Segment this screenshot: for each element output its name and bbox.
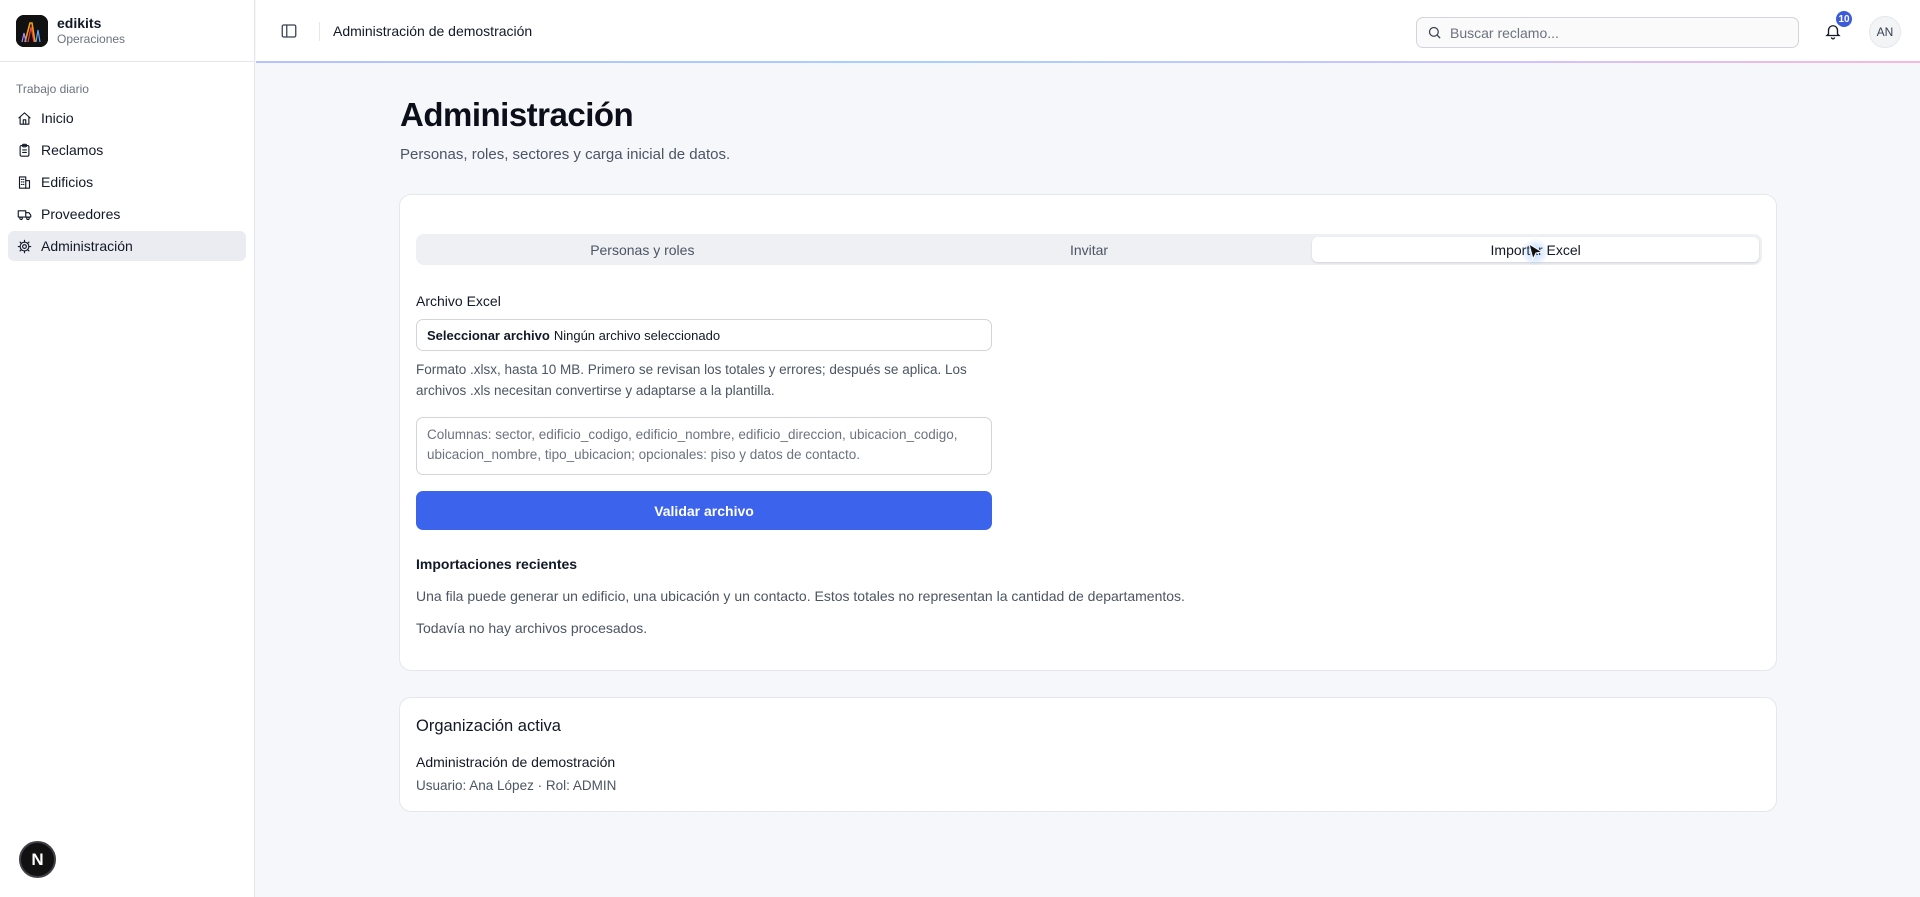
tab-invitar[interactable]: Invitar (866, 237, 1313, 262)
nav-group-label: Trabajo diario (16, 82, 89, 96)
tab-personas-roles[interactable]: Personas y roles (419, 237, 866, 262)
file-field-label: Archivo Excel (416, 293, 501, 309)
file-help-text: Formato .xlsx, hasta 10 MB. Primero se r… (416, 362, 967, 398)
dev-tools-badge[interactable]: N (19, 841, 56, 878)
sidebar-item-proveedores[interactable]: Proveedores (8, 199, 246, 229)
file-input[interactable]: Seleccionar archivo Ningún archivo selec… (416, 319, 992, 351)
mouse-cursor-icon (1528, 243, 1544, 261)
organization-title: Organización activa (416, 717, 561, 735)
sidebar: edikits Operaciones Trabajo diario Inici… (0, 0, 255, 897)
page-title: Administración (400, 96, 634, 133)
topbar-divider (319, 22, 320, 41)
sidebar-item-inicio[interactable]: Inicio (8, 103, 246, 133)
search-box[interactable] (1416, 17, 1799, 48)
brand[interactable]: edikits Operaciones (0, 0, 254, 62)
organization-meta: Usuario: Ana LópezRol: ADMIN (416, 778, 616, 793)
search-input[interactable] (1450, 24, 1780, 41)
recent-imports-note: Una fila puede generar un edificio, una … (416, 588, 1185, 604)
page-subtitle: Personas, roles, sectores y carga inicia… (400, 146, 731, 163)
building-icon (18, 175, 31, 189)
sidebar-item-label: Reclamos (41, 142, 104, 158)
clipboard-icon (19, 143, 30, 157)
brand-logo (16, 14, 48, 47)
notification-count-badge: 10 (1834, 9, 1854, 29)
columns-textarea[interactable] (416, 417, 992, 475)
admin-card: Personas y roles Invitar Importar Excel … (399, 194, 1777, 671)
brand-subtitle: Operaciones (57, 31, 126, 46)
gear-icon (17, 239, 32, 253)
sidebar-nav: Inicio Reclamos Edificios Proveedores Ad… (0, 103, 254, 261)
organization-card: Organización activa Administración de de… (399, 697, 1777, 812)
sidebar-item-edificios[interactable]: Edificios (8, 167, 246, 197)
sidebar-item-label: Proveedores (41, 206, 121, 222)
recent-imports-title: Importaciones recientes (416, 556, 578, 572)
sidebar-item-reclamos[interactable]: Reclamos (8, 135, 246, 165)
organization-role: Rol: ADMIN (534, 778, 617, 793)
sidebar-toggle-icon (281, 24, 297, 38)
sidebar-item-label: Inicio (41, 110, 74, 126)
choose-file-button[interactable]: Seleccionar archivo (427, 328, 550, 343)
home-icon (18, 111, 31, 125)
sidebar-item-label: Edificios (41, 174, 94, 190)
user-avatar[interactable]: AN (1869, 16, 1901, 48)
sidebar-toggle-button[interactable] (280, 22, 298, 40)
validate-file-button[interactable]: Validar archivo (416, 491, 992, 530)
truck-icon (17, 209, 32, 220)
organization-user: Usuario: Ana López (416, 778, 534, 793)
breadcrumb: Administración de demostración (333, 23, 533, 39)
admin-tabs: Personas y roles Invitar Importar Excel (416, 234, 1762, 265)
search-icon (1428, 26, 1441, 39)
sidebar-item-administracion[interactable]: Administración (8, 231, 246, 261)
sidebar-item-label: Administración (41, 238, 133, 254)
organization-name: Administración de demostración (416, 754, 616, 770)
recent-imports-empty: Todavía no hay archivos procesados. (416, 620, 648, 636)
topbar-accent-line (256, 61, 1920, 63)
file-status: Ningún archivo seleccionado (553, 327, 721, 343)
brand-name: edikits (57, 14, 102, 31)
